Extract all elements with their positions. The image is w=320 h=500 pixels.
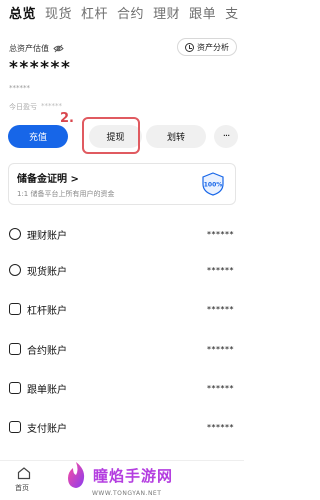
asset-analysis-button[interactable]: 资产分析 bbox=[177, 38, 237, 56]
watermark: 瞳焰手游网 bbox=[63, 461, 173, 489]
reserve-100-badge-icon: 100% bbox=[202, 172, 224, 196]
copy-trade-icon bbox=[9, 382, 21, 394]
account-row-margin[interactable]: 杠杆账户 ****** bbox=[0, 299, 244, 319]
asset-label-row: 总资产估值 bbox=[9, 43, 64, 54]
transfer-button[interactable]: 划转 bbox=[146, 125, 206, 148]
reserve-proof-card[interactable]: 储备金证明 > 1:1 储备平台上所有用户的资金 100% bbox=[8, 163, 236, 205]
withdraw-highlight-box bbox=[82, 117, 140, 154]
tab-payment[interactable]: 支 bbox=[225, 4, 239, 26]
account-value: ****** bbox=[207, 344, 234, 354]
account-value: ****** bbox=[207, 265, 234, 275]
balance-fiat: ****** bbox=[9, 84, 30, 92]
tab-wealth[interactable]: 理财 bbox=[153, 4, 180, 26]
tab-copy-trade[interactable]: 跟单 bbox=[189, 4, 216, 26]
margin-icon bbox=[9, 303, 21, 315]
account-name: 支付账户 bbox=[27, 423, 67, 435]
account-row-copy-trade[interactable]: 跟单账户 ****** bbox=[0, 378, 244, 398]
account-row-payment[interactable]: 支付账户 ****** bbox=[0, 417, 244, 437]
account-row-contract[interactable]: 合约账户 ****** bbox=[0, 339, 244, 359]
account-value: ****** bbox=[207, 229, 234, 239]
clock-icon bbox=[185, 42, 194, 52]
watermark-text: 瞳焰手游网 bbox=[93, 466, 174, 485]
home-nav-label[interactable]: 首页 bbox=[15, 483, 29, 493]
tab-margin[interactable]: 杠杆 bbox=[81, 4, 108, 26]
account-name: 合约账户 bbox=[27, 345, 67, 357]
more-button[interactable]: ··· bbox=[214, 125, 238, 148]
asset-analysis-label: 资产分析 bbox=[197, 42, 229, 52]
reserve-badge-text: 100% bbox=[204, 182, 223, 189]
account-name: 理财账户 bbox=[27, 230, 67, 242]
home-icon[interactable] bbox=[17, 466, 31, 480]
total-balance: ****** bbox=[9, 58, 72, 78]
account-name: 现货账户 bbox=[27, 266, 67, 278]
account-name: 跟单账户 bbox=[27, 384, 67, 396]
payment-icon bbox=[9, 421, 21, 433]
account-name: 杠杆账户 bbox=[27, 305, 67, 317]
account-row-wealth[interactable]: 理财账户 ****** bbox=[0, 224, 244, 244]
step-annotation: 2. bbox=[60, 111, 74, 126]
reserve-subtitle: 1:1 储备平台上所有用户的资金 bbox=[17, 190, 115, 198]
account-value: ****** bbox=[207, 422, 234, 432]
wealth-icon bbox=[9, 228, 21, 240]
account-value: ****** bbox=[207, 383, 234, 393]
deposit-button[interactable]: 充值 bbox=[8, 125, 68, 148]
account-value: ****** bbox=[207, 304, 234, 314]
eye-hidden-icon[interactable] bbox=[53, 44, 64, 53]
watermark-url: WWW.TONGYAN.NET bbox=[92, 490, 162, 497]
tab-spot[interactable]: 现货 bbox=[45, 4, 72, 26]
tab-overview[interactable]: 总览 bbox=[9, 4, 36, 26]
flame-logo-icon bbox=[68, 462, 85, 488]
pnl-value: ****** bbox=[41, 102, 62, 110]
top-tabs: 总览 现货 杠杆 合约 理财 跟单 支 bbox=[9, 4, 244, 26]
pnl-label: 今日盈亏 bbox=[9, 103, 37, 111]
account-row-spot[interactable]: 现货账户 ****** bbox=[0, 260, 244, 280]
contract-icon bbox=[9, 343, 21, 355]
spot-icon bbox=[9, 264, 21, 276]
today-pnl: 今日盈亏 ****** bbox=[9, 102, 62, 112]
asset-label: 总资产估值 bbox=[9, 44, 49, 53]
tab-contract[interactable]: 合约 bbox=[117, 4, 144, 26]
reserve-title: 储备金证明 > bbox=[17, 174, 79, 185]
